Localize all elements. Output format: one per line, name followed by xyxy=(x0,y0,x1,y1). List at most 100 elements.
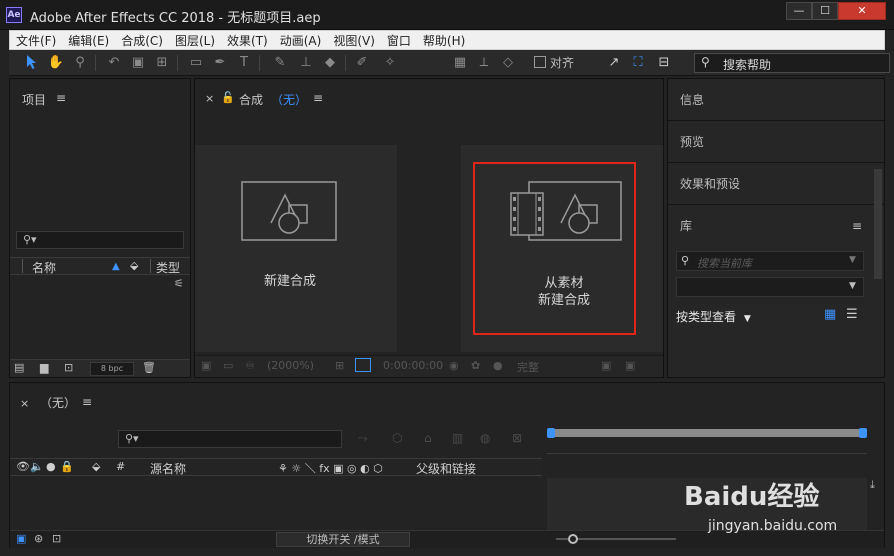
camera-tool-icon[interactable]: ▣ xyxy=(129,54,147,72)
pen-tool-icon[interactable]: ✒ xyxy=(211,54,229,72)
composition-tab-value[interactable]: （无） xyxy=(271,91,307,108)
transfer-controls-icon[interactable]: ⊛ xyxy=(34,532,43,545)
workspace-expand-icon[interactable]: ↗ xyxy=(605,54,623,72)
library-search-input[interactable]: ⚲ 搜索当前库 ▼ xyxy=(676,251,864,271)
lock-icon[interactable]: 🔒 xyxy=(60,460,74,473)
list-view-icon[interactable]: ☰ xyxy=(846,307,858,322)
eraser-tool-icon[interactable]: ◆ xyxy=(321,54,339,72)
lock-icon[interactable]: 🔓 xyxy=(221,91,235,104)
menu-composition[interactable]: 合成(C) xyxy=(115,32,169,49)
mask-visibility-icon[interactable]: ♾ xyxy=(245,359,255,372)
timeline-menu-icon[interactable]: ≡ xyxy=(82,395,92,409)
color-channels-icon[interactable]: ● xyxy=(493,359,503,372)
world-axis-icon[interactable]: ⟂ xyxy=(475,54,493,72)
menu-layer[interactable]: 图层(L) xyxy=(169,32,221,49)
library-menu-icon[interactable]: ≡ xyxy=(852,219,862,233)
grid-icon[interactable]: ⊞ xyxy=(335,359,344,372)
frame-blending-icon[interactable]: ▥ xyxy=(452,431,463,445)
timeline-tab-title[interactable]: （无） xyxy=(40,394,76,411)
close-button[interactable]: ✕ xyxy=(838,2,886,20)
audio-icon[interactable]: 🔈 xyxy=(30,460,44,473)
toggle-switches-modes-button[interactable]: 切换开关 /模式 xyxy=(276,532,410,547)
menu-window[interactable]: 窗口 xyxy=(381,32,417,49)
clone-stamp-tool-icon[interactable]: ⊥ xyxy=(297,54,315,72)
library-select[interactable]: ▼ xyxy=(676,277,864,297)
layer-switches-icon[interactable]: ▣ xyxy=(16,532,26,545)
trash-icon[interactable]: 🗑 xyxy=(142,361,156,374)
timeline-ruler[interactable] xyxy=(547,427,867,477)
effects-panel-header[interactable]: 效果和预设 xyxy=(668,163,884,205)
show-snapshot-icon[interactable]: ✿ xyxy=(471,359,480,372)
project-menu-icon[interactable]: ≡ xyxy=(56,91,66,105)
always-preview-icon[interactable]: ▣ xyxy=(201,359,211,372)
menu-help[interactable]: 帮助(H) xyxy=(417,32,471,49)
motion-blur-icon[interactable]: ◍ xyxy=(480,431,490,445)
label-tag-icon[interactable]: ⬙ xyxy=(92,460,100,473)
bit-depth-button[interactable]: 8 bpc xyxy=(90,362,134,376)
menu-effect[interactable]: 效果(T) xyxy=(221,32,274,49)
draft-3d-icon[interactable]: ⬡ xyxy=(392,431,402,445)
help-search-input[interactable]: ⚲ 搜索帮助 xyxy=(694,53,890,73)
label-tag-icon[interactable]: ⬙ xyxy=(130,259,138,272)
scrollbar[interactable] xyxy=(874,169,882,279)
sort-up-icon[interactable]: ▲ xyxy=(112,261,120,272)
puppet-tool-icon[interactable]: ✧ xyxy=(381,54,399,72)
flowchart-icon[interactable]: ⚟ xyxy=(174,277,184,290)
new-composition-icon[interactable]: ⊡ xyxy=(64,361,73,374)
project-search-input[interactable]: ⚲▾ xyxy=(16,231,184,249)
selection-tool-icon[interactable] xyxy=(23,54,41,72)
close-tab-icon[interactable]: × xyxy=(205,92,214,105)
chevron-down-icon[interactable]: ▼ xyxy=(849,281,856,291)
rectangle-tool-icon[interactable]: ▭ xyxy=(187,54,205,72)
shy-layers-icon[interactable]: ⌂ xyxy=(424,431,432,445)
view-by-type-button[interactable]: 按类型查看 ▼ xyxy=(676,308,751,325)
monitor-icon[interactable]: ▭ xyxy=(223,359,233,372)
zoom-tool-icon[interactable]: ⚲ xyxy=(71,54,89,72)
region-icon[interactable] xyxy=(355,358,371,372)
local-axis-icon[interactable]: ▦ xyxy=(451,54,469,72)
brush-tool-icon[interactable]: ✎ xyxy=(271,54,289,72)
camera-snapshot-icon[interactable]: ◉ xyxy=(449,359,459,372)
view-axis-icon[interactable]: ◇ xyxy=(499,54,517,72)
timecode[interactable]: 0:00:00:00 xyxy=(383,359,443,372)
work-area-end-handle[interactable] xyxy=(859,428,867,438)
column-name[interactable]: 名称 xyxy=(32,259,56,276)
zoom-select[interactable]: (2000%) xyxy=(267,359,314,372)
grid-view-icon[interactable]: ▦ xyxy=(824,307,836,322)
menu-file[interactable]: 文件(F) xyxy=(10,32,62,49)
text-tool-icon[interactable]: T xyxy=(235,54,253,72)
composition-menu-icon[interactable]: ≡ xyxy=(313,91,323,105)
column-parent-link[interactable]: 父级和链接 xyxy=(416,460,476,477)
graph-editor-icon[interactable]: ⊠ xyxy=(512,431,522,445)
quality-select[interactable]: 完整 xyxy=(517,359,539,375)
snap-checkbox[interactable] xyxy=(534,56,546,68)
hand-tool-icon[interactable]: ✋ xyxy=(47,54,65,72)
close-tab-icon[interactable]: × xyxy=(20,397,29,410)
preview-panel-header[interactable]: 预览 xyxy=(668,121,884,163)
chevron-down-icon[interactable]: ▼ xyxy=(849,255,856,265)
workspace-target-icon[interactable]: ⛶ xyxy=(629,54,647,72)
new-folder-icon[interactable]: ▆ xyxy=(40,361,48,374)
column-type[interactable]: 类型 xyxy=(156,259,180,276)
info-panel-header[interactable]: 信息 xyxy=(668,79,884,121)
pan-behind-tool-icon[interactable]: ⊞ xyxy=(153,54,171,72)
work-area-bar[interactable] xyxy=(549,429,865,437)
menu-view[interactable]: 视图(V) xyxy=(327,32,381,49)
column-source-name[interactable]: 源名称 xyxy=(150,460,186,477)
composition-tab-title[interactable]: 合成 xyxy=(239,91,263,108)
fast-preview-icon[interactable]: ▣ xyxy=(601,359,611,372)
interpret-footage-icon[interactable]: ▤ xyxy=(14,361,24,374)
rotate-tool-icon[interactable]: ↶ xyxy=(105,54,123,72)
timeline-search-input[interactable]: ⚲▾ xyxy=(118,430,342,448)
transparency-grid-icon[interactable]: ▣ xyxy=(625,359,635,372)
roto-brush-tool-icon[interactable]: ✐ xyxy=(353,54,371,72)
menu-animation[interactable]: 动画(A) xyxy=(274,32,328,49)
minimize-button[interactable]: — xyxy=(786,2,812,20)
video-eye-icon[interactable]: 👁 xyxy=(16,460,30,473)
workspace-menu-icon[interactable]: ⊟ xyxy=(655,54,673,72)
solo-icon[interactable]: ● xyxy=(46,460,56,473)
zoom-slider-thumb[interactable] xyxy=(568,534,578,544)
in-out-icon[interactable]: ⊡ xyxy=(52,532,61,545)
comp-mini-flowchart-icon[interactable]: ⤳ xyxy=(358,431,368,446)
new-composition-card[interactable]: 新建合成 xyxy=(195,145,397,352)
